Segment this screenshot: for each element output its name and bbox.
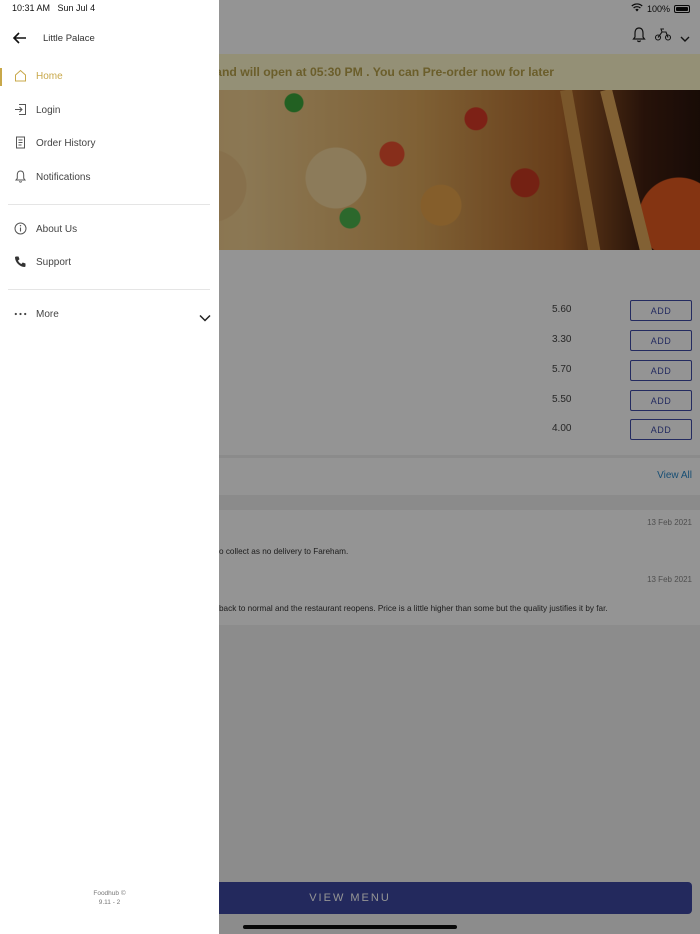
nav-item-label: Notifications: [36, 172, 91, 183]
active-indicator: [0, 68, 2, 86]
login-icon: [14, 103, 28, 117]
more-dots-icon: [14, 307, 28, 321]
divider: [8, 204, 210, 205]
status-time-date: 10:31 AM Sun Jul 4: [12, 3, 95, 13]
receipt-icon: [14, 136, 28, 150]
drawer-header: Little Palace: [0, 24, 219, 54]
nav-item-label: Home: [36, 71, 63, 82]
nav-item-notifications[interactable]: Notifications: [0, 164, 219, 192]
info-icon: [14, 222, 28, 236]
home-icon: [14, 69, 28, 83]
status-date: Sun Jul 4: [57, 3, 96, 13]
nav-item-order-history[interactable]: Order History: [0, 130, 219, 158]
nav-item-about-us[interactable]: About Us: [0, 216, 219, 244]
nav-item-login[interactable]: Login: [0, 97, 219, 125]
nav-item-support[interactable]: Support: [0, 249, 219, 277]
footer-version: 9.11 - 2: [98, 899, 121, 906]
navigation-drawer: 10:31 AM Sun Jul 4 Little Palace Home Lo…: [0, 0, 219, 934]
nav-item-label: More: [36, 309, 59, 320]
status-time: 10:31 AM: [12, 3, 51, 13]
nav-item-label: Support: [36, 257, 72, 268]
nav-item-label: Login: [36, 105, 61, 116]
restaurant-name: Little Palace: [43, 33, 95, 44]
nav-item-label: Order History: [36, 138, 96, 149]
nav-item-label: About Us: [36, 224, 78, 235]
nav-item-home[interactable]: Home: [0, 63, 219, 91]
chevron-down-icon: [199, 309, 211, 327]
nav-item-more[interactable]: More: [0, 301, 219, 329]
phone-icon: [14, 255, 28, 269]
back-arrow-icon[interactable]: [12, 30, 30, 48]
divider: [8, 289, 210, 290]
drawer-footer: Foodhub © 9.11 - 2: [0, 889, 219, 907]
bell-icon: [14, 170, 28, 184]
footer-brand: Foodhub ©: [93, 890, 126, 897]
